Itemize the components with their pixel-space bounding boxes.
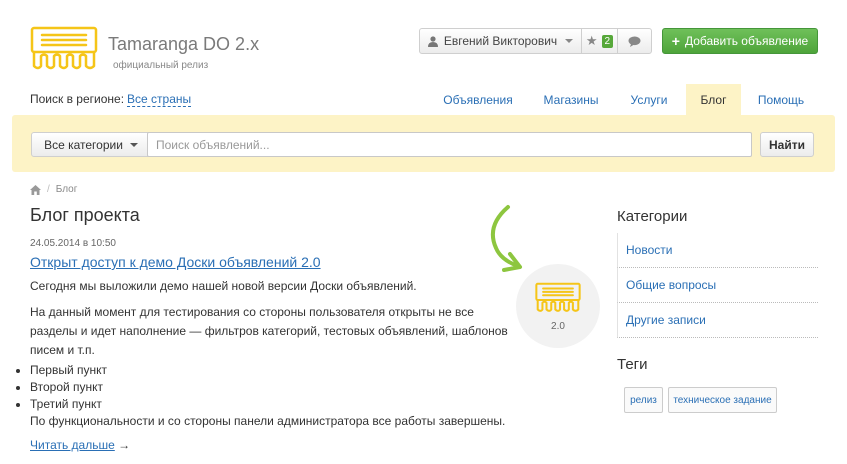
user-toolbar: Евгений Викторович ★ 2 [419, 28, 652, 54]
breadcrumb-current: Блог [55, 184, 78, 195]
list-item: Третий пункт [16, 396, 107, 413]
read-more-link[interactable]: Читать дальше [30, 438, 115, 452]
brand-title[interactable]: Tamaranga DO 2.x [108, 34, 259, 55]
list-item: Первый пункт [16, 362, 107, 379]
version-label: 2.0 [551, 321, 565, 332]
nav-tab-help[interactable]: Помощь [747, 84, 815, 116]
chevron-down-icon [565, 39, 574, 43]
arrow-right-icon: → [118, 438, 131, 452]
curved-arrow-icon [491, 205, 522, 272]
brand-logo-icon [535, 282, 581, 312]
user-name: Евгений Викторович [443, 34, 558, 48]
search-bar: Все категории Найти [12, 115, 835, 172]
region-selector: Поиск в регионе: Все страны [30, 92, 192, 107]
post-paragraph: По функциональности и со стороны панели … [30, 414, 506, 428]
sidebar-categories-title: Категории [617, 208, 688, 225]
search-button[interactable]: Найти [760, 132, 814, 157]
breadcrumb: / Блог [30, 184, 77, 195]
favorites-button[interactable]: ★ 2 [582, 29, 618, 53]
bullet-icon [16, 368, 20, 373]
add-listing-button[interactable]: + Добавить объявление [662, 28, 818, 54]
post-date: 24.05.2014 в 10:50 [30, 238, 116, 249]
post-bullet-list: Первый пункт Второй пункт Третий пункт [16, 362, 107, 413]
post-title-link[interactable]: Открыт доступ к демо Доски объявлений 2.… [30, 254, 321, 270]
category-dropdown-label: Все категории [44, 137, 123, 152]
user-menu-button[interactable]: Евгений Викторович [420, 29, 582, 53]
list-item: Второй пункт [16, 379, 107, 396]
tag-item[interactable]: релиз [624, 387, 663, 413]
category-dropdown[interactable]: Все категории [31, 132, 151, 157]
nav-tab-services[interactable]: Услуги [618, 84, 680, 116]
star-icon: ★ [585, 33, 598, 48]
list-item-text: Третий пункт [30, 397, 102, 411]
region-link[interactable]: Все страны [127, 92, 192, 107]
sidebar-category-label: Общие вопросы [626, 278, 717, 292]
user-icon [427, 35, 438, 47]
page-title: Блог проекта [30, 205, 140, 225]
read-more: Читать дальше → [30, 438, 130, 452]
chevron-down-icon [129, 142, 138, 147]
favorites-count-badge: 2 [601, 34, 614, 48]
bullet-icon [16, 402, 20, 407]
messages-button[interactable] [618, 29, 651, 53]
sidebar-category-item[interactable]: Другие записи [617, 303, 818, 338]
brand-subtitle: официальный релиз [113, 60, 209, 71]
nav-tab-shops[interactable]: Магазины [530, 84, 612, 116]
sidebar-category-item[interactable]: Новости [617, 233, 818, 268]
post-paragraph: Сегодня мы выложили демо нашей новой вер… [30, 279, 417, 293]
sidebar-category-label: Другие записи [626, 313, 706, 327]
sidebar-category-label: Новости [626, 243, 673, 257]
region-label: Поиск в регионе: [30, 92, 125, 106]
search-input[interactable] [147, 132, 752, 157]
version-badge: 2.0 [516, 264, 600, 348]
plus-icon: + [671, 33, 680, 49]
home-icon[interactable] [30, 184, 41, 195]
breadcrumb-separator: / [47, 184, 50, 195]
sidebar-category-list: Новости Общие вопросы Другие записи [617, 233, 818, 338]
list-item-text: Первый пункт [30, 363, 108, 377]
chat-bubble-icon [628, 36, 641, 47]
nav-tab-listings[interactable]: Объявления [432, 84, 524, 116]
add-listing-label: Добавить объявление [684, 34, 809, 48]
bullet-icon [16, 385, 20, 390]
post-paragraph: На данный момент для тестирования со сто… [30, 305, 508, 357]
nav-tab-blog[interactable]: Блог [686, 84, 741, 116]
sidebar-category-item[interactable]: Общие вопросы [617, 268, 818, 303]
sidebar-tags-title: Теги [617, 356, 648, 373]
brand-logo-icon[interactable] [30, 26, 98, 72]
tag-item[interactable]: техническое задание [668, 387, 777, 413]
list-item-text: Второй пункт [30, 380, 104, 394]
